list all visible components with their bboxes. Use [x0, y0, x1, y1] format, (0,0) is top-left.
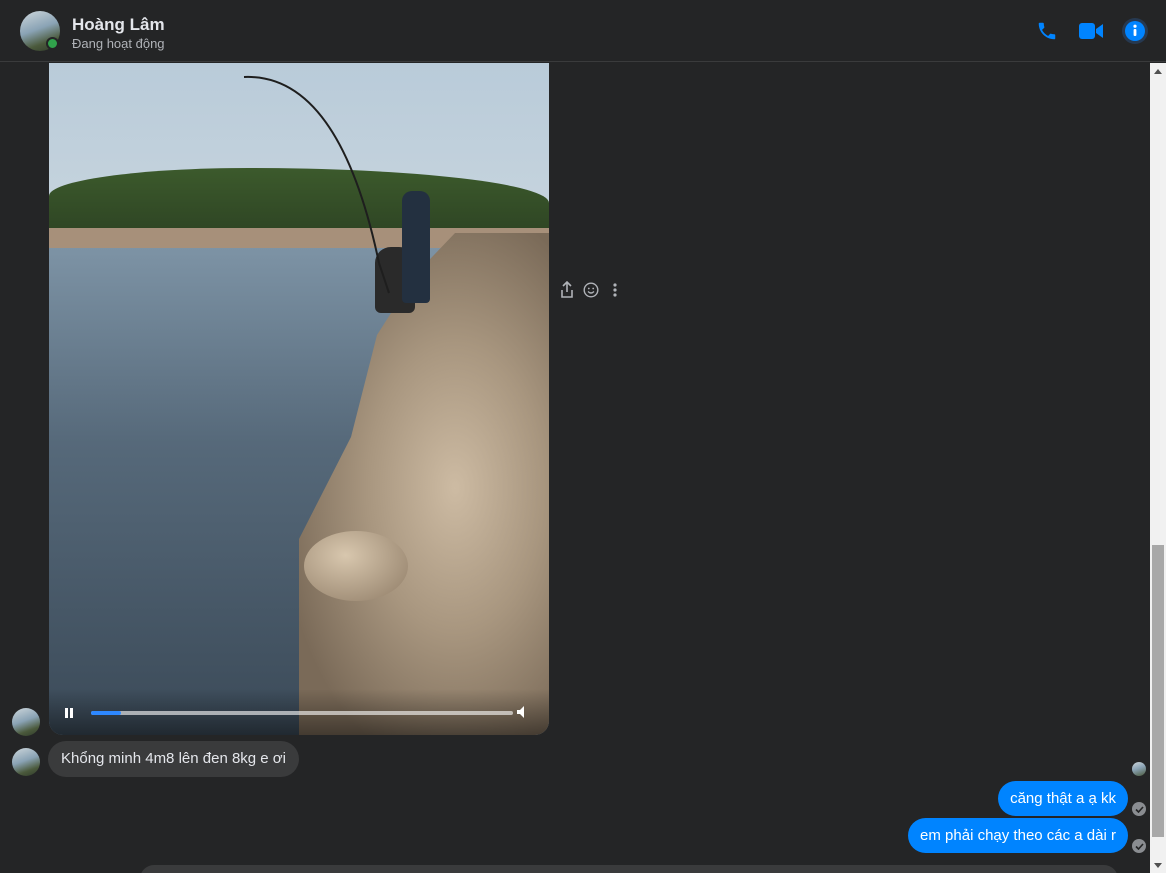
online-status-dot — [46, 37, 59, 50]
delivered-check-icon — [1132, 839, 1146, 853]
phone-icon — [1038, 22, 1056, 40]
outgoing-message[interactable]: em phải chạy theo các a dài r — [908, 818, 1128, 853]
info-icon — [1122, 18, 1148, 44]
video-message[interactable] — [49, 63, 549, 735]
volume-icon — [517, 706, 524, 718]
delivered-check-icon — [1132, 802, 1146, 816]
pause-button[interactable] — [61, 705, 77, 721]
contact-name[interactable]: Hoàng Lâm — [72, 15, 165, 35]
contact-status: Đang hoạt động — [72, 36, 165, 51]
thread-scrollbar[interactable] — [1150, 63, 1166, 873]
share-icon — [561, 281, 573, 298]
arrow-up-icon — [1154, 68, 1162, 74]
message-thread[interactable]: Khổng minh 4m8 lên đen 8kg e ơi căng thậ… — [0, 63, 1150, 873]
video-call-button[interactable] — [1076, 16, 1106, 46]
video-frame-fishing-rod — [243, 75, 390, 294]
conversation-header: Hoàng Lâm Đang hoạt động — [0, 0, 1166, 62]
more-options-button[interactable] — [607, 281, 623, 299]
message-actions — [559, 281, 623, 299]
share-button[interactable] — [559, 281, 575, 299]
scroll-up-button[interactable] — [1150, 63, 1166, 79]
more-vertical-icon — [613, 283, 617, 297]
sender-avatar[interactable] — [12, 748, 40, 776]
incoming-message[interactable]: Khổng minh 4m8 lên đen 8kg e ơi — [48, 741, 299, 777]
video-progress-fill — [91, 711, 121, 715]
messenger-window: Hoàng Lâm Đang hoạt động Khổng minh 4m8 … — [0, 0, 1166, 873]
seen-by-avatar — [1132, 762, 1146, 776]
scrollbar-thumb[interactable] — [1152, 545, 1164, 837]
message-composer[interactable] — [140, 865, 1118, 873]
arrow-down-icon — [1154, 862, 1162, 868]
react-button[interactable] — [583, 281, 599, 299]
conversation-info-button[interactable] — [1120, 16, 1150, 46]
sender-avatar[interactable] — [12, 708, 40, 736]
voice-call-button[interactable] — [1032, 16, 1062, 46]
video-progress-bar[interactable] — [91, 711, 513, 715]
pause-icon — [65, 708, 73, 718]
video-controls — [49, 689, 549, 735]
video-camera-icon — [1079, 23, 1103, 39]
outgoing-message[interactable]: căng thật a ạ kk — [998, 781, 1128, 816]
volume-button[interactable] — [513, 703, 531, 721]
smiley-icon — [583, 282, 599, 298]
scroll-down-button[interactable] — [1150, 857, 1166, 873]
